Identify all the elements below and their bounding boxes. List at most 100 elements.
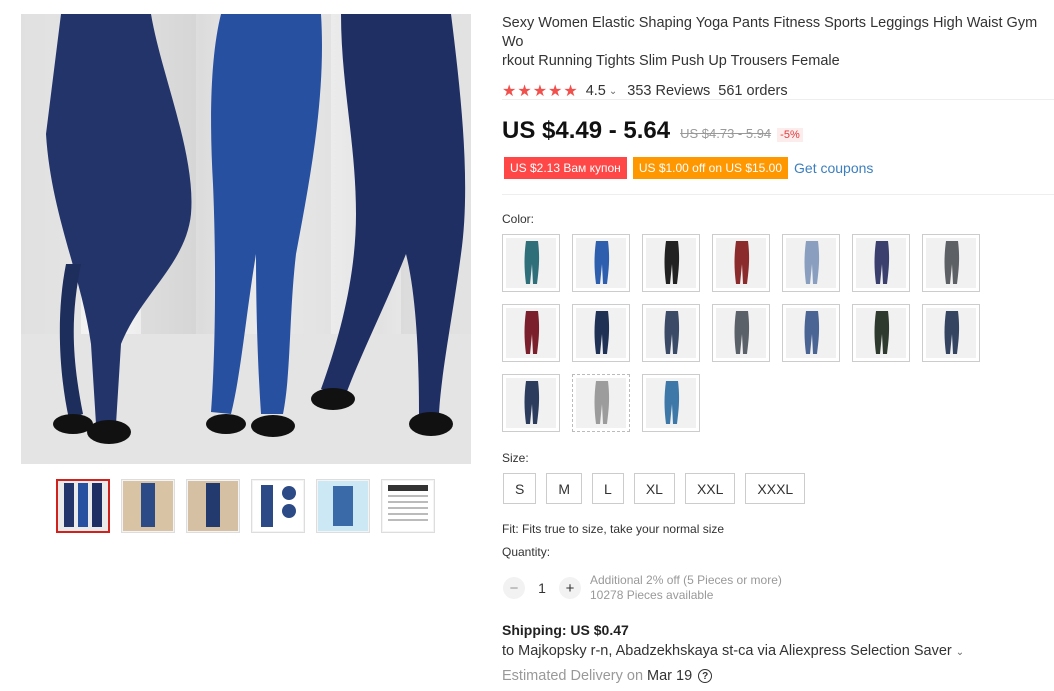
thumbnail-image: [318, 481, 368, 531]
color-swatch-navy-denim[interactable]: [502, 374, 560, 432]
fit-note: Fit: Fits true to size, take your normal…: [502, 522, 725, 536]
swatch-image: [576, 308, 626, 358]
quantity-stepper: − 1 + Additional 2% off (5 Pieces or mor…: [503, 573, 782, 603]
size-option-xxl[interactable]: XXL: [684, 473, 736, 504]
star-icon: ★: [517, 83, 532, 100]
size-option-xl[interactable]: XL: [633, 473, 675, 504]
get-coupons-link[interactable]: Get coupons: [794, 160, 873, 176]
divider: [502, 99, 1054, 100]
color-swatch-blue-teal[interactable]: [642, 374, 700, 432]
order-coupon-badge[interactable]: US $1.00 off on US $15.00: [632, 157, 789, 179]
discount-badge: -5%: [777, 128, 803, 142]
size-label: Size:: [502, 451, 529, 465]
help-icon[interactable]: ?: [698, 669, 713, 683]
swatch-image: [506, 238, 556, 288]
swatch-image: [576, 378, 626, 428]
product-info: Sexy Women Elastic Shaping Yoga Pants Fi…: [502, 14, 1054, 101]
thumbnail-image: [58, 481, 108, 531]
swatch-image: [786, 308, 836, 358]
color-swatch-teal-print[interactable]: [502, 234, 560, 292]
star-icon: ★: [532, 83, 548, 100]
quantity-label: Quantity:: [502, 545, 551, 559]
thumbnail-4[interactable]: [251, 479, 305, 533]
coupon-row: US $2.13 Вам купон US $1.00 off on US $1…: [504, 157, 873, 179]
divider: [502, 194, 1054, 195]
original-price: US $4.73 - 5.94: [680, 126, 772, 141]
rating-score[interactable]: 4.5: [586, 83, 606, 99]
star-icon: ★: [563, 83, 578, 100]
color-swatch-wine-red[interactable]: [712, 234, 770, 292]
thumbnail-image: [253, 481, 303, 531]
swatch-image: [646, 378, 696, 428]
shipping-price: Shipping: US $0.47: [502, 622, 629, 638]
swatch-image: [926, 308, 976, 358]
thumbnail-1[interactable]: [56, 479, 110, 533]
chevron-down-icon[interactable]: ⌄: [609, 86, 617, 97]
color-swatch-burgundy[interactable]: [502, 304, 560, 362]
estimated-delivery: Estimated Delivery on Mar 19 ?: [502, 668, 713, 684]
shipping-destination[interactable]: to Majkopsky r-n, Abadzekhskaya st-ca vi…: [502, 643, 964, 659]
decrease-quantity-button[interactable]: −: [503, 577, 525, 599]
color-swatch-black-print[interactable]: [852, 304, 910, 362]
color-swatch-grey-print[interactable]: [922, 234, 980, 292]
bulk-discount-note: Additional 2% off (5 Pieces or more): [590, 573, 782, 587]
reviews-link[interactable]: 353 Reviews: [627, 83, 710, 99]
product-title-line-1: Sexy Women Elastic Shaping Yoga Pants Fi…: [502, 15, 1038, 50]
price-row: US $4.49 - 5.64 US $4.73 - 5.94 -5%: [502, 117, 803, 145]
swatch-image: [506, 378, 556, 428]
current-price: US $4.49 - 5.64: [502, 117, 671, 144]
color-swatch-black[interactable]: [642, 234, 700, 292]
star-icon: ★: [502, 83, 517, 100]
swatch-image: [646, 308, 696, 358]
product-title: Sexy Women Elastic Shaping Yoga Pants Fi…: [502, 14, 1054, 71]
size-option-m[interactable]: M: [546, 473, 583, 504]
store-coupon-badge[interactable]: US $2.13 Вам купон: [504, 157, 627, 179]
color-swatch-denim-print-1[interactable]: [642, 304, 700, 362]
size-option-s[interactable]: S: [503, 473, 537, 504]
swatch-image: [646, 238, 696, 288]
rating-row: ★ ★ ★ ★ ★ 4.5 ⌄ 353 Reviews 561 orders: [502, 81, 1054, 101]
delivery-prefix: Estimated Delivery on: [502, 668, 644, 684]
size-chart-image: [383, 481, 433, 531]
color-label: Color:: [502, 212, 535, 226]
thumbnail-strip: [56, 479, 435, 533]
thumbnail-image: [188, 481, 238, 531]
color-swatch-denim-print-2[interactable]: [922, 304, 980, 362]
swatch-image: [786, 238, 836, 288]
color-swatch-mid-blue[interactable]: [782, 304, 840, 362]
swatch-image: [716, 308, 766, 358]
shipping-destination-text: to Majkopsky r-n, Abadzekhskaya st-ca vi…: [502, 643, 952, 659]
color-swatch-navy-print[interactable]: [852, 234, 910, 292]
thumbnail-2[interactable]: [121, 479, 175, 533]
size-option-xxxl[interactable]: XXXL: [745, 473, 806, 504]
thumbnail-3[interactable]: [186, 479, 240, 533]
product-title-line-2: rkout Running Tights Slim Push Up Trouse…: [502, 53, 840, 69]
star-rating: ★ ★ ★ ★ ★: [502, 81, 578, 101]
color-swatch-bright-blue[interactable]: [572, 234, 630, 292]
color-swatch-light-grey[interactable]: [572, 374, 630, 432]
color-swatch-grey-denim[interactable]: [712, 304, 770, 362]
swatch-image: [856, 238, 906, 288]
increase-quantity-button[interactable]: +: [559, 577, 581, 599]
pieces-available: 10278 Pieces available: [590, 588, 714, 602]
main-product-image[interactable]: [21, 14, 471, 464]
quantity-note: Additional 2% off (5 Pieces or more) 102…: [590, 573, 782, 603]
quantity-value[interactable]: 1: [525, 580, 559, 596]
thumbnail-image: [123, 481, 173, 531]
thumbnail-5[interactable]: [316, 479, 370, 533]
thumbnail-size-chart[interactable]: [381, 479, 435, 533]
color-swatch-dark-navy[interactable]: [572, 304, 630, 362]
chevron-down-icon[interactable]: ⌄: [956, 647, 964, 658]
star-icon: ★: [548, 83, 563, 100]
swatch-image: [926, 238, 976, 288]
size-option-l[interactable]: L: [592, 473, 624, 504]
size-options: S M L XL XXL XXXL: [503, 473, 806, 504]
swatch-image: [716, 238, 766, 288]
swatch-image: [576, 238, 626, 288]
color-swatch-light-blue[interactable]: [782, 234, 840, 292]
swatch-image: [506, 308, 556, 358]
leggings-photo: [21, 14, 471, 464]
color-swatches: [502, 234, 992, 432]
delivery-date: Mar 19: [647, 668, 693, 684]
swatch-image: [856, 308, 906, 358]
